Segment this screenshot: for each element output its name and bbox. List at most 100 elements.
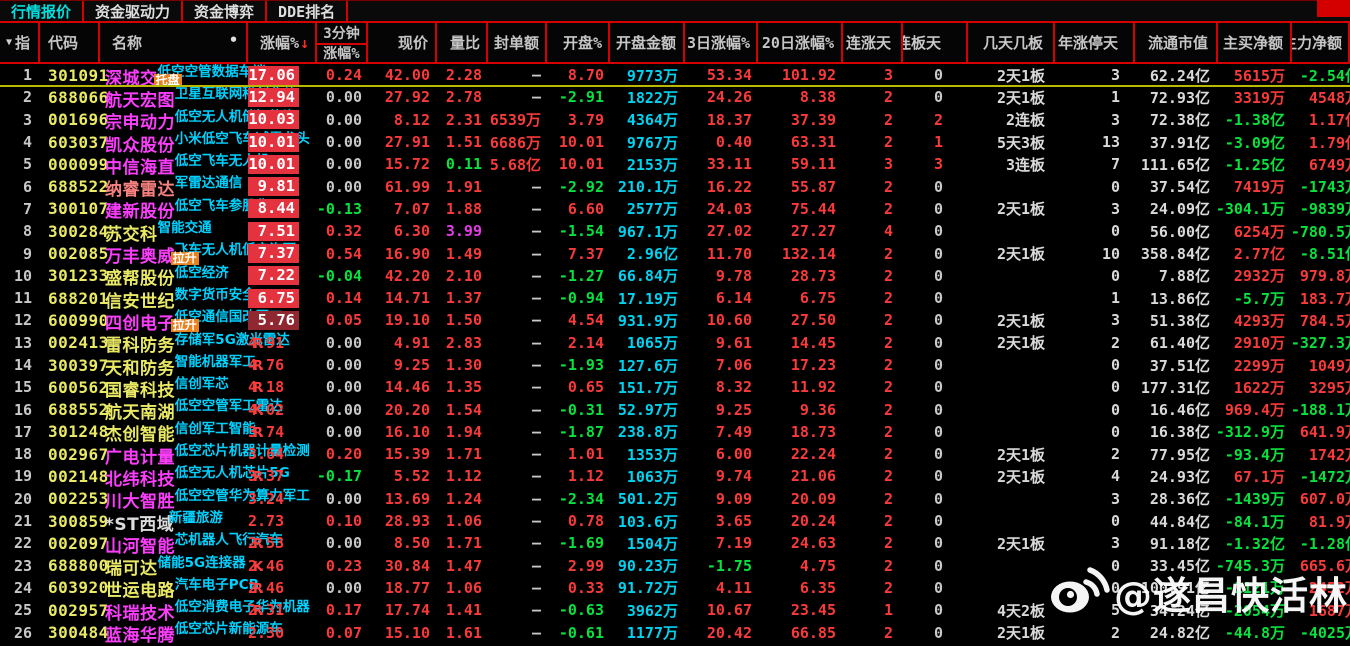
seal-amount: 6539万 [488,109,547,131]
price: 15.72 [368,153,437,175]
column-header-stock-code[interactable]: 代码 [40,23,100,62]
column-header-volume-ratio[interactable]: 量比 [437,23,488,62]
row-number: 25 [0,599,40,621]
tab-fund-game[interactable]: 资金博弈 [183,1,267,21]
board-streak-days-value: 0 [934,311,943,329]
open-amount-value: 2153万 [627,154,678,175]
column-header-year-limit-days[interactable]: 年涨停天 [1055,23,1135,62]
pct-20day-value: 8.38 [800,88,836,106]
up-streak-days-value: 2 [884,445,893,463]
float-market-cap-value: 51.38亿 [1150,310,1210,331]
stock-name: 广电计量 [100,443,175,468]
volume-ratio: 2.78 [437,86,488,108]
column-header-pct-3min[interactable]: 3分钟涨幅% [317,23,368,62]
price: 61.99 [368,175,437,197]
column-header-open-pct[interactable]: 开盘% [547,23,610,62]
seal-amount: — [488,488,547,510]
float-market-cap: 51.38亿 [1135,309,1218,331]
open-amount-value: 1065万 [627,332,678,353]
open-amount-value: 3962万 [627,600,678,621]
up-streak-days: 2 [843,510,903,532]
column-header-price[interactable]: 现价 [368,23,437,62]
tab-quotes[interactable]: 行情报价 [0,1,84,21]
float-market-cap-value: 24.82亿 [1150,622,1210,643]
stock-code: 002413 [40,332,100,354]
seal-amount: — [488,86,547,108]
column-header-main-buy-net[interactable]: 主买净额 [1218,23,1292,62]
open-pct-value: 1.01 [568,445,604,463]
pct-20day: 20.09 [758,488,843,510]
open-amount: 238.8万 [610,421,685,443]
column-header-open-amount[interactable]: 开盘金额 [610,23,685,62]
float-market-cap-value: 16.38亿 [1150,421,1210,442]
pct-3day: 20.42 [685,621,758,643]
float-market-cap: 28.36亿 [1135,488,1218,510]
column-header-row-number[interactable]: ▼指 [0,23,40,62]
volume-ratio: 1.24 [437,488,488,510]
pct-3day-value: 9.61 [716,334,752,352]
concept-annotation: 信创军芯 [175,372,229,392]
main-buy-net-value: -1.32亿 [1225,533,1285,554]
up-streak-days-value: 2 [884,356,893,374]
open-amount-value: 501.2万 [618,488,678,509]
column-header-change-pct-cell[interactable]: 涨幅%↓ [248,23,317,62]
pct-3day: 6.14 [685,287,758,309]
sort-marker-dot: • [229,31,238,49]
row-number-value: 4 [23,133,32,151]
board-streak-days: 0 [903,332,968,354]
concept-annotation: 军雷达通信 [175,171,243,191]
column-header-main-net[interactable]: 主力净额 [1292,23,1350,62]
tab-fund-drive[interactable]: 资金驱动力 [84,1,183,21]
change-pct-cell: R4.76 [248,354,317,376]
board-streak-days: 0 [903,64,968,86]
seal-amount-value: 5.68亿 [490,154,541,175]
pct-20day: 20.24 [758,510,843,532]
up-streak-days-value: 2 [884,423,893,441]
year-limit-days: 3 [1055,198,1135,220]
seal-amount: — [488,465,547,487]
float-market-cap: 72.38亿 [1135,109,1218,131]
change-pct: 5.76 [248,311,299,330]
float-market-cap-value: 28.36亿 [1150,488,1210,509]
pct-20day-value: 75.44 [791,200,836,218]
change-pct-cell: R5.76 [248,309,317,331]
column-header-seal-amount[interactable]: 封单额 [488,23,547,62]
column-header-pct-20day[interactable]: 20日涨幅% [758,23,843,62]
column-header-stock-name-cell[interactable]: 名称• [100,23,248,62]
column-header-up-streak-days[interactable]: 连涨天 [843,23,903,62]
table-row[interactable]: 26300484蓝海华腾低空芯片新能源车2.300.0715.101.61—-0… [0,621,1350,643]
open-amount-value: 238.8万 [618,421,678,442]
pct-20day-value: 17.23 [791,356,836,374]
column-header-days-boards[interactable]: 几天几板 [968,23,1055,62]
board-streak-days: 0 [903,577,968,599]
price-value: 5.52 [394,467,430,485]
pct-3day-value: 10.60 [707,311,752,329]
main-net: 1742万 [1292,443,1350,465]
change-pct-cell: R17.06 [248,64,317,86]
change-pct: 4.18 [248,378,284,396]
year-limit-days: 3 [1055,64,1135,86]
board-streak-days: 0 [903,398,968,420]
float-market-cap-value: 72.93亿 [1150,87,1210,108]
days-boards [968,510,1055,532]
year-limit-days: 0 [1055,354,1135,376]
pct-20day: 17.23 [758,354,843,376]
days-boards: 2天1板 [968,309,1055,331]
concept-annotation: 新疆旅游 [169,506,223,526]
main-net-value: -1.28亿 [1300,532,1350,554]
board-streak-days-value: 0 [934,378,943,396]
tab-dde-rank[interactable]: DDE排名 [267,1,348,21]
open-amount: 1822万 [610,86,685,108]
open-pct: 1.01 [547,443,610,465]
open-pct: 6.60 [547,198,610,220]
board-streak-days-value: 0 [934,245,943,263]
pct-3day: 9.61 [685,332,758,354]
column-header-float-market-cap[interactable]: 流通市值 [1135,23,1218,62]
pct-20day-value: 63.31 [791,133,836,151]
year-limit-days: 1 [1055,86,1135,108]
year-limit-days-value: 0 [1111,356,1120,374]
column-header-board-streak-days[interactable]: 连板天 [903,23,968,62]
up-streak-days-value: 2 [884,245,893,263]
column-header-pct-3day[interactable]: 3日涨幅% [685,23,758,62]
pct-3min: 0.00 [317,488,368,510]
